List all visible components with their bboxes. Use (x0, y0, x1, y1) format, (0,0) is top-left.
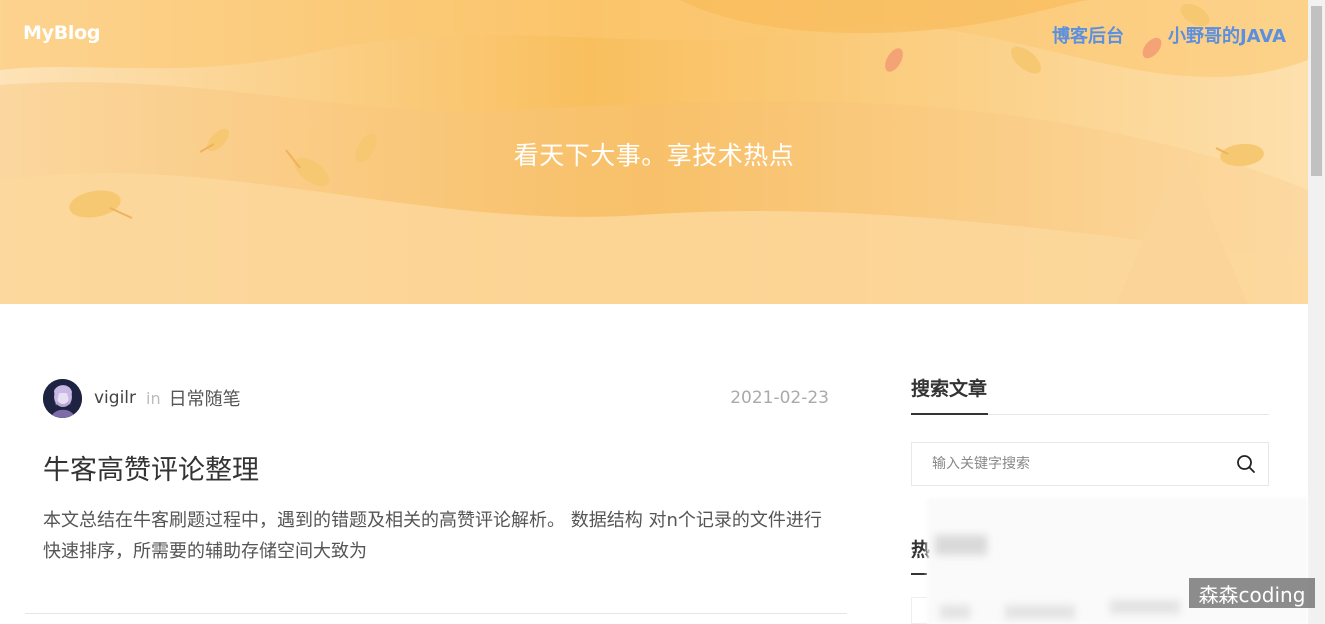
blurred-text (1005, 605, 1075, 619)
post-author[interactable]: vigilr (94, 388, 136, 408)
avatar-image (43, 378, 82, 418)
search-box (911, 442, 1269, 486)
post-title[interactable]: 牛客高赞评论整理 (43, 448, 829, 487)
search-input[interactable] (912, 443, 1224, 485)
top-nav: 博客后台 小野哥的JAVA (1052, 22, 1286, 48)
hero-tagline: 看天下大事。享技术热点 (513, 141, 795, 170)
search-section-divider (911, 413, 1269, 415)
post-date: 2021-02-23 (730, 388, 829, 408)
post-excerpt: 本文总结在牛客刷题过程中，遇到的错题及相关的高赞评论解析。 数据结构 对n个记录… (43, 510, 822, 562)
search-icon (1237, 455, 1255, 473)
hot-section-divider (911, 573, 927, 575)
search-button[interactable] (1224, 442, 1268, 486)
post-card: vigilr in 日常随笔 2021-02-23 牛客高赞评论整理 本文总结在… (43, 378, 829, 567)
blurred-text (935, 535, 987, 555)
post-category[interactable]: 日常随笔 (169, 385, 241, 411)
site-logo[interactable]: MyBlog (23, 22, 100, 44)
section-accent-line (911, 573, 927, 575)
blurred-text (1110, 600, 1180, 614)
nav-link-java[interactable]: 小野哥的JAVA (1168, 22, 1286, 48)
hero-banner: MyBlog 博客后台 小野哥的JAVA 看天下大事。享技术热点 (0, 0, 1308, 304)
blurred-text (940, 605, 970, 619)
page-scrollbar[interactable] (1308, 0, 1325, 624)
post-divider (25, 613, 847, 614)
in-label: in (146, 388, 161, 408)
nav-link-admin[interactable]: 博客后台 (1052, 22, 1124, 48)
avatar[interactable] (43, 378, 82, 418)
scrollbar-thumb[interactable] (1311, 6, 1322, 176)
search-section-title: 搜索文章 (911, 378, 988, 400)
section-accent-line (911, 413, 988, 415)
post-meta: vigilr in 日常随笔 2021-02-23 (43, 378, 829, 418)
watermark: 森森coding (1189, 578, 1315, 608)
tag-box-edge (911, 597, 927, 624)
